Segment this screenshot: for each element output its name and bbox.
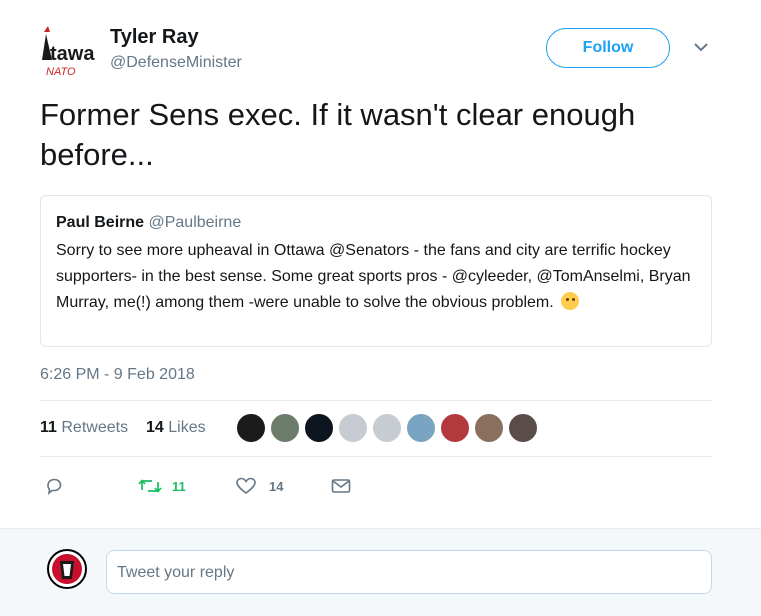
follow-button[interactable]: Follow <box>546 28 670 68</box>
retweet-action[interactable]: 11 <box>138 476 186 496</box>
user-avatar[interactable] <box>47 549 87 589</box>
svg-text:NATO: NATO <box>46 66 76 78</box>
heart-icon <box>236 477 256 495</box>
liker-avatar[interactable] <box>270 413 300 443</box>
retweets-count: 11 <box>40 419 57 436</box>
like-count: 14 <box>269 478 284 494</box>
likes-label: Likes <box>168 419 206 436</box>
liker-avatar[interactable] <box>440 413 470 443</box>
direct-message-action[interactable] <box>330 476 352 496</box>
reply-input[interactable]: Tweet your reply <box>106 550 712 594</box>
likes-stat[interactable]: 14 Likes <box>146 419 206 437</box>
envelope-icon <box>331 479 351 493</box>
quoted-text-body: Sorry to see more upheaval in Ottawa @Se… <box>56 242 691 311</box>
quoted-text: Sorry to see more upheaval in Ottawa @Se… <box>56 238 701 316</box>
author-avatar[interactable]: tawa NATO <box>36 20 102 80</box>
divider <box>40 456 712 457</box>
retweet-count: 11 <box>172 478 186 494</box>
liker-avatar[interactable] <box>474 413 504 443</box>
tweet-timestamp[interactable]: 6:26 PM - 9 Feb 2018 <box>40 366 195 384</box>
liker-avatar[interactable] <box>508 413 538 443</box>
divider <box>40 400 712 401</box>
svg-text:tawa: tawa <box>50 43 95 65</box>
retweet-icon <box>138 479 162 493</box>
retweets-label: Retweets <box>61 419 129 436</box>
retweets-stat[interactable]: 11 Retweets <box>40 419 128 437</box>
quoted-author: Paul Beirne @Paulbeirne <box>56 214 241 232</box>
quoted-tweet[interactable]: Paul Beirne @Paulbeirne Sorry to see mor… <box>40 195 712 347</box>
liker-avatars <box>236 413 542 443</box>
like-action[interactable]: 14 <box>235 476 283 496</box>
liker-avatar[interactable] <box>236 413 266 443</box>
author-name[interactable]: Tyler Ray <box>110 26 199 49</box>
liker-avatar[interactable] <box>406 413 436 443</box>
liker-avatar[interactable] <box>304 413 334 443</box>
thinking-face-icon <box>561 292 580 310</box>
reply-icon <box>47 478 62 495</box>
liker-avatar[interactable] <box>372 413 402 443</box>
author-handle[interactable]: @DefenseMinister <box>110 54 242 72</box>
liker-avatar[interactable] <box>338 413 368 443</box>
quoted-author-name: Paul Beirne <box>56 214 145 231</box>
likes-count: 14 <box>146 419 164 436</box>
tweet-text: Former Sens exec. If it wasn't clear eno… <box>40 97 636 172</box>
reply-action[interactable] <box>44 476 64 496</box>
quoted-author-handle: @Paulbeirne <box>148 214 242 231</box>
chevron-down-icon[interactable] <box>690 36 712 58</box>
